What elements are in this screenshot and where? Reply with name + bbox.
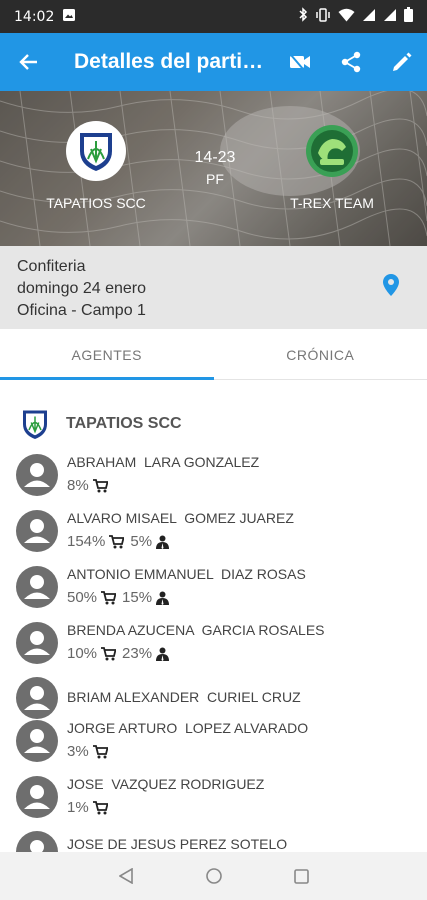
status-bar: 14:02 xyxy=(0,0,427,33)
player-name: JOSE DE JESUS PEREZ SOTELO xyxy=(67,836,288,852)
avatar xyxy=(16,622,58,664)
home-team-logo xyxy=(66,121,126,181)
roster-team-header: TAPATIOS SCC xyxy=(20,407,182,441)
player-name: BRENDA AZUCENA GARCIA ROSALES xyxy=(67,622,325,638)
share-button[interactable] xyxy=(325,33,376,91)
cart-icon xyxy=(92,478,108,492)
tab-agentes[interactable]: AGENTES xyxy=(0,329,214,379)
page-title: Detalles del partido xyxy=(74,50,264,73)
cart-percent: 50% xyxy=(67,589,98,606)
nav-recents-button[interactable] xyxy=(258,868,346,884)
cart-icon xyxy=(101,590,117,604)
avatar xyxy=(16,677,58,719)
match-date: domingo 24 enero xyxy=(17,280,146,297)
cart-percent: 8% xyxy=(67,477,89,494)
away-team-name: T-REX TEAM xyxy=(290,195,374,211)
avatar xyxy=(16,510,58,552)
cart-percent: 1% xyxy=(67,799,89,816)
player-name: ANTONIO EMMANUEL DIAZ ROSAS xyxy=(67,566,306,582)
video-button[interactable] xyxy=(274,33,325,91)
avatar xyxy=(16,831,58,852)
score-value: 14-23 xyxy=(194,149,236,166)
vibrate-icon xyxy=(315,7,331,26)
agents-list: TAPATIOS SCC ABRAHAM LARA GONZALEZ 8% AL… xyxy=(0,380,427,852)
avatar xyxy=(16,566,58,608)
person-percent: 23% xyxy=(122,645,153,662)
avatar xyxy=(16,776,58,818)
person-percent: 15% xyxy=(122,589,153,606)
person-icon xyxy=(156,647,170,661)
venue-field: Oficina - Campo 1 xyxy=(17,302,146,319)
tab-bar: AGENTES CRÓNICA xyxy=(0,329,427,380)
bluetooth-icon xyxy=(298,7,308,26)
back-button[interactable] xyxy=(0,33,58,91)
share-icon xyxy=(341,51,360,73)
venue-name: Confiteria xyxy=(17,258,86,275)
triangle-back-icon xyxy=(118,868,133,884)
player-name: ALVARO MISAEL GOMEZ JUAREZ xyxy=(67,510,294,526)
cart-icon xyxy=(92,744,108,758)
list-item[interactable]: ABRAHAM LARA GONZALEZ 8% xyxy=(16,454,416,500)
list-item[interactable]: BRIAM ALEXANDER CURIEL CRUZ xyxy=(16,677,416,723)
location-button[interactable] xyxy=(383,274,399,303)
roster-team-name: TAPATIOS SCC xyxy=(66,415,182,432)
circle-home-icon xyxy=(205,868,222,884)
list-item[interactable]: JORGE ARTURO LOPEZ ALVARADO 3% xyxy=(16,720,416,766)
tab-cronica[interactable]: CRÓNICA xyxy=(214,329,427,379)
team-logo-small xyxy=(23,410,47,439)
player-name: JORGE ARTURO LOPEZ ALVARADO xyxy=(67,720,309,736)
player-name: BRIAM ALEXANDER CURIEL CRUZ xyxy=(67,689,301,705)
cart-percent: 3% xyxy=(67,743,89,760)
person-icon xyxy=(156,535,170,549)
home-team-name: TAPATIOS SCC xyxy=(46,195,146,211)
player-name: JOSE VAZQUEZ RODRIGUEZ xyxy=(67,776,265,792)
cart-icon xyxy=(109,534,125,548)
app-bar: Detalles del partido xyxy=(0,33,427,91)
system-nav-bar xyxy=(0,852,427,900)
wifi-icon xyxy=(338,7,355,26)
away-team[interactable]: T-REX TEAM xyxy=(252,121,412,211)
list-item[interactable]: JOSE DE JESUS PEREZ SOTELO xyxy=(16,831,416,852)
home-team[interactable]: TAPATIOS SCC xyxy=(16,121,176,211)
match-score: 14-23 PF xyxy=(175,149,255,187)
arrow-back-icon xyxy=(19,54,37,70)
cart-icon xyxy=(101,646,117,660)
player-name: ABRAHAM LARA GONZALEZ xyxy=(67,454,260,470)
pencil-icon xyxy=(392,52,411,71)
list-item[interactable]: BRENDA AZUCENA GARCIA ROSALES 10% 23% xyxy=(16,622,416,668)
cart-percent: 154% xyxy=(67,533,106,550)
match-header: TAPATIOS SCC 14-23 PF T-REX TEAM xyxy=(0,91,427,246)
list-item[interactable]: ALVARO MISAEL GOMEZ JUAREZ 154% 5% xyxy=(16,510,416,556)
location-pin-icon xyxy=(383,274,399,296)
signal-2-icon xyxy=(383,7,397,26)
status-time: 14:02 xyxy=(14,8,55,25)
cart-icon xyxy=(92,800,108,814)
list-item[interactable]: ANTONIO EMMANUEL DIAZ ROSAS 50% 15% xyxy=(16,566,416,612)
battery-icon xyxy=(404,7,413,26)
list-item[interactable]: JOSE VAZQUEZ RODRIGUEZ 1% xyxy=(16,776,416,822)
avatar xyxy=(16,454,58,496)
person-percent: 5% xyxy=(130,533,153,550)
square-recents-icon xyxy=(294,868,309,884)
video-off-icon xyxy=(289,54,310,70)
match-status: PF xyxy=(206,171,224,187)
avatar xyxy=(16,720,58,762)
venue-info: Confiteria domingo 24 enero Oficina - Ca… xyxy=(0,246,427,329)
image-notification-icon xyxy=(62,7,76,26)
cart-percent: 10% xyxy=(67,645,98,662)
person-icon xyxy=(156,591,170,605)
edit-button[interactable] xyxy=(376,33,427,91)
nav-home-button[interactable] xyxy=(170,868,258,884)
signal-icon xyxy=(362,7,376,26)
nav-back-button[interactable] xyxy=(82,868,170,884)
away-team-logo xyxy=(302,121,362,181)
